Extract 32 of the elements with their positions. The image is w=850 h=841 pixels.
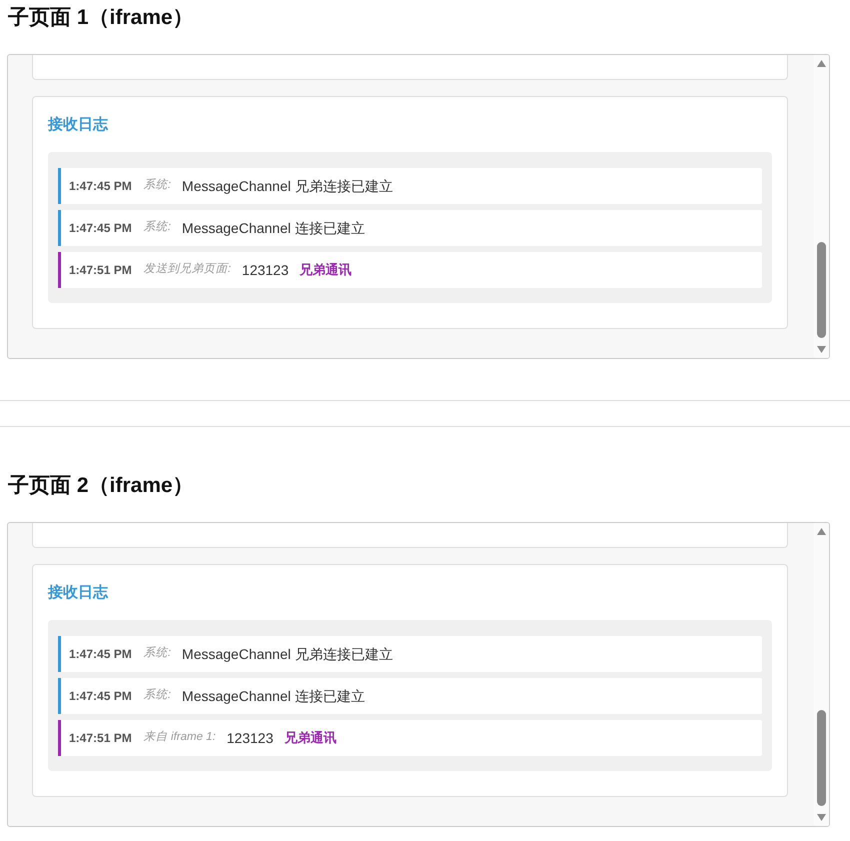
log-tag: 兄弟通讯 bbox=[284, 728, 336, 748]
log-time: 1:47:51 PM bbox=[69, 730, 132, 747]
log-message: MessageChannel 连接已建立 bbox=[182, 686, 365, 706]
scrollbar-track[interactable] bbox=[814, 523, 829, 826]
scrollbar-thumb[interactable] bbox=[817, 710, 826, 806]
up-arrow-icon[interactable] bbox=[817, 528, 826, 535]
log-source: 系统: bbox=[144, 220, 171, 236]
down-arrow-icon[interactable] bbox=[817, 346, 826, 353]
log-source: 发送到兄弟页面: bbox=[144, 262, 231, 278]
down-arrow-icon[interactable] bbox=[817, 814, 826, 821]
log-time: 1:47:45 PM bbox=[69, 178, 132, 195]
log-title: 接收日志 bbox=[48, 583, 108, 603]
scrollbar-track[interactable] bbox=[814, 55, 829, 358]
log-time: 1:47:51 PM bbox=[69, 262, 132, 279]
log-source: 系统: bbox=[144, 688, 171, 704]
log-message: MessageChannel 兄弟连接已建立 bbox=[182, 644, 393, 664]
log-source: 系统: bbox=[144, 646, 171, 662]
section-heading: 子页面 1（iframe） bbox=[8, 5, 194, 31]
log-source: 来自 iframe 1: bbox=[144, 730, 216, 746]
log-message: 123123 bbox=[226, 728, 274, 748]
log-tag: 兄弟通讯 bbox=[300, 260, 352, 280]
scrollbar-thumb[interactable] bbox=[817, 242, 826, 338]
log-time: 1:47:45 PM bbox=[69, 646, 132, 663]
log-time: 1:47:45 PM bbox=[69, 220, 132, 237]
log-message: 123123 bbox=[242, 260, 289, 280]
log-message: MessageChannel 连接已建立 bbox=[182, 218, 365, 238]
log-time: 1:47:45 PM bbox=[69, 688, 132, 705]
log-message: MessageChannel 兄弟连接已建立 bbox=[182, 176, 393, 196]
section-heading: 子页面 2（iframe） bbox=[8, 473, 194, 499]
log-title: 接收日志 bbox=[48, 115, 108, 135]
log-source: 系统: bbox=[144, 178, 171, 194]
up-arrow-icon[interactable] bbox=[817, 60, 826, 67]
